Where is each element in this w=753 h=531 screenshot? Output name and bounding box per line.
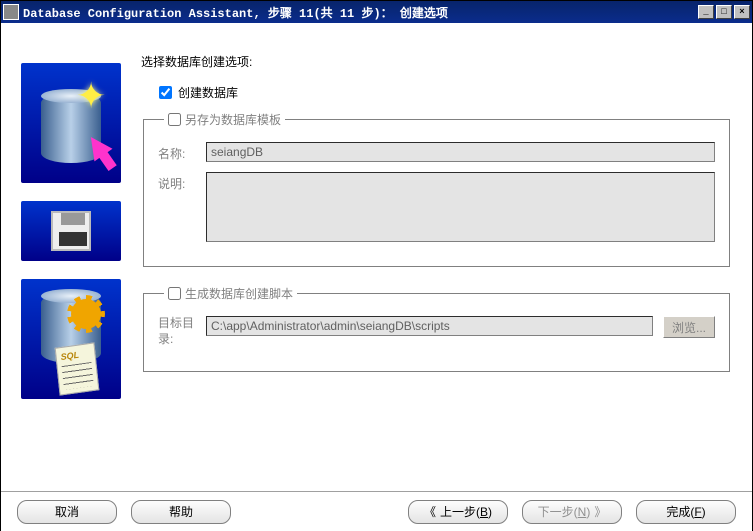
help-button[interactable]: 帮助 [131,500,231,524]
save-as-template-checkbox[interactable] [168,113,181,126]
back-chevron-icon: 《 [424,503,436,520]
next-button: 下一步(N) 》 [522,500,622,524]
cancel-button[interactable]: 取消 [17,500,117,524]
browse-button: 浏览... [663,316,715,338]
titlebar: Database Configuration Assistant, 步骤 11(… [1,1,752,23]
generate-script-checkbox[interactable] [168,287,181,300]
main-panel: 选择数据库创建选项: 创建数据库 另存为数据库模板 名称: 说明: [131,23,752,491]
sidebar-image-script [21,279,121,399]
target-directory-label: 目标目录: [158,316,196,347]
back-button[interactable]: 《 上一步(B) [408,500,508,524]
gear-icon [71,299,101,329]
sidebar-image-create-db: ✦ [21,63,121,183]
wizard-footer: 取消 帮助 《 上一步(B) 下一步(N) 》 完成(F) [1,491,752,531]
sidebar-image-save [21,201,121,261]
save-as-template-fieldset: 另存为数据库模板 名称: 说明: [143,111,730,267]
target-directory-input [206,316,653,336]
template-desc-label: 说明: [158,172,196,192]
window-sysmenu-icon[interactable] [3,4,19,20]
window-title: Database Configuration Assistant, 步骤 11(… [23,4,698,21]
maximize-button[interactable]: □ [716,5,732,19]
close-button[interactable]: × [734,5,750,19]
create-database-label: 创建数据库 [178,84,238,101]
create-database-checkbox[interactable] [159,86,172,99]
finish-button[interactable]: 完成(F) [636,500,736,524]
save-as-template-label: 另存为数据库模板 [185,111,281,128]
template-desc-textarea [206,172,715,242]
minimize-button[interactable]: _ [698,5,714,19]
section-heading: 选择数据库创建选项: [141,53,732,70]
next-chevron-icon: 》 [594,503,606,520]
sql-script-icon [55,342,100,395]
template-name-input [206,142,715,162]
template-name-label: 名称: [158,142,196,162]
sparkle-icon: ✦ [76,75,106,117]
floppy-icon [51,211,91,251]
generate-script-fieldset: 生成数据库创建脚本 目标目录: 浏览... [143,285,730,372]
generate-script-label: 生成数据库创建脚本 [185,285,293,302]
wizard-sidebar: ✦ [1,23,131,491]
